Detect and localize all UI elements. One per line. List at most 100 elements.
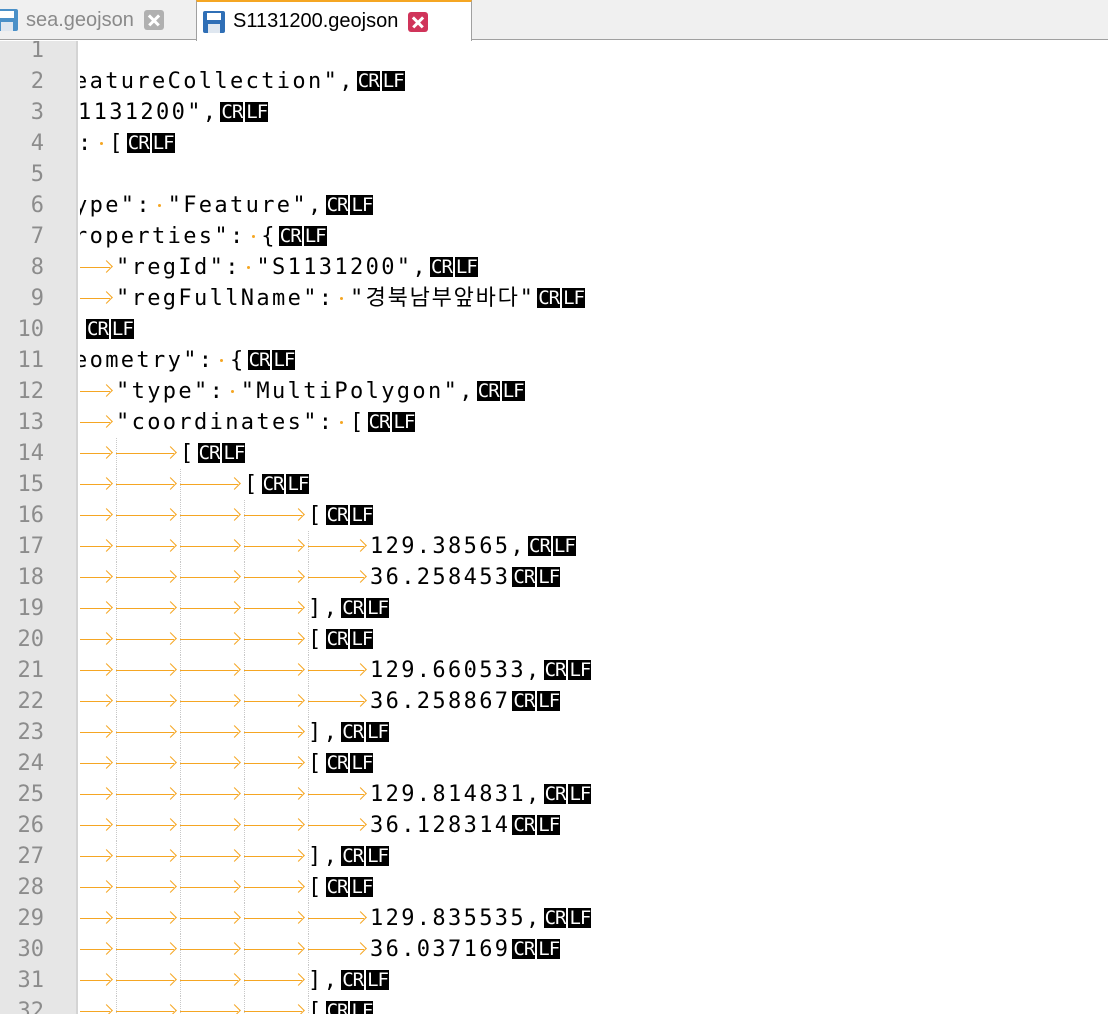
code-line[interactable] <box>80 41 1108 66</box>
space-marker <box>251 235 255 238</box>
code-line[interactable]: 3 6. 2 5 8 4 5 3 CR LF <box>80 562 1108 593</box>
code-line[interactable]: " r e g Fu l l Na m e ": " 경 북 남 부 앞 바 다 " CR LF <box>80 283 1108 314</box>
eol-marker-part: LF <box>366 597 389 619</box>
code-line[interactable] <box>80 159 1108 190</box>
tab-arrow-icon <box>116 577 174 578</box>
tab-arrow-icon <box>80 949 110 950</box>
eol-marker-part: CR <box>367 411 391 433</box>
code-line[interactable]: e o m e t r y ":{CR LF <box>80 345 1108 376</box>
code-line[interactable]: 1 2 9. 6 6 0 5 3 3, CR LF <box>80 655 1108 686</box>
eol-marker-part: LF <box>350 876 374 898</box>
code-line[interactable]: 1 2 9. 8 3 5 5 3 5, CR LF <box>80 903 1108 934</box>
line-number: 18 <box>17 565 45 590</box>
eol-crlf-marker: CR LF <box>341 970 389 990</box>
eol-crlf-marker: CR LF <box>512 567 561 587</box>
eol-marker-part: LF <box>537 690 561 712</box>
close-icon[interactable] <box>408 11 429 32</box>
eol-marker-part: CR <box>325 1001 349 1014</box>
editor-text-area[interactable]: eatureCollection",CRLF1131200",CRLF:[CRL… <box>80 41 1108 1014</box>
code-line[interactable]: y p e ": " Fe a t u r e ", CR LF <box>80 190 1108 221</box>
tab-arrow-icon <box>116 608 174 609</box>
eol-marker-part: CR <box>126 132 150 154</box>
tab-arrow-icon <box>180 701 238 702</box>
code-line[interactable]: ], CR LF <box>80 593 1108 624</box>
close-icon[interactable] <box>143 10 164 30</box>
code-line[interactable]: 1 2 9. 8 1 4 8 3 1, CR LF <box>80 779 1108 810</box>
eol-marker-part: CR <box>543 783 567 805</box>
code-line[interactable]: " r e g Id ": " S 1 1 3 1 2 0 0 ", CR LF <box>80 252 1108 283</box>
eol-marker-part: CR <box>537 287 561 309</box>
line-number: 28 <box>17 875 45 900</box>
save-icon <box>203 10 225 33</box>
space-marker <box>340 297 344 300</box>
code-line[interactable]: 1 2 9. 3 8 5 6 5, CR LF <box>80 531 1108 562</box>
code-line[interactable]: [CR LF <box>80 500 1108 531</box>
code-line[interactable]: [CR LF <box>80 438 1108 469</box>
tab-arrow-icon <box>180 856 238 857</box>
code-line[interactable]: r o p e r t i e s ":{CR LF <box>80 221 1108 252</box>
tab-arrow-icon <box>180 670 238 671</box>
tab-arrow-icon <box>116 639 174 640</box>
line-number-gutter: 1 2 3 4 5 6 7 8 9 10 11 12 13 14 15 16 17 18 19 20 21 22 23 24 2… <box>0 41 78 1014</box>
eol-crlf-marker: CR LF <box>543 783 592 805</box>
tab-arrow-icon <box>116 763 174 764</box>
eol-marker-part: CR <box>528 535 551 557</box>
eol-marker-part: CR <box>341 597 365 619</box>
eol-marker-part: CR <box>430 256 453 278</box>
tab-arrow-icon <box>116 825 174 826</box>
tab-arrow-icon <box>80 887 110 888</box>
eol-crlf-marker: CR LF <box>356 71 405 91</box>
line-number: 30 <box>17 937 45 962</box>
eol-marker-part: LF <box>350 1001 374 1014</box>
tab-arrow-icon <box>116 670 174 671</box>
eol-marker-part: CR <box>325 876 349 898</box>
code-line[interactable]: e a t u r e Co l l e c t i o n ", CR LF <box>80 66 1108 97</box>
code-line[interactable]: [CR LF <box>80 748 1108 779</box>
eol-crlf-marker: CR LF <box>430 257 478 277</box>
eol-marker-part: LF <box>552 535 576 557</box>
line-number: 29 <box>17 906 45 931</box>
code-line[interactable]: :[CRLF <box>80 128 1108 159</box>
code-line[interactable]: ], CR LF <box>80 717 1108 748</box>
tab-arrow-icon <box>180 794 238 795</box>
code-line[interactable]: 3 6. 2 5 8 8 6 7 CR LF <box>80 686 1108 717</box>
code-line[interactable]: ], CR LF <box>80 965 1108 996</box>
code-line[interactable]: 3 6. 1 2 8 3 1 4 CR LF <box>80 810 1108 841</box>
eol-marker-part: CR <box>543 659 567 681</box>
eol-marker-part: CR <box>512 938 536 960</box>
eol-crlf-marker: CR LF <box>220 102 269 122</box>
eol-marker-part: CR <box>512 690 536 712</box>
tab-arrow-icon <box>308 670 364 671</box>
code-line[interactable]: CR LF <box>80 314 1108 345</box>
eol-marker-part: CR <box>325 194 349 216</box>
eol-marker-part: CR <box>197 442 221 464</box>
code-line[interactable]: [CR LF <box>80 624 1108 655</box>
code-line[interactable]: [CR LF <box>80 469 1108 500</box>
line-number: 3 <box>30 100 44 125</box>
eol-marker-part: LF <box>350 504 374 526</box>
eol-crlf-marker: CR LF <box>512 690 561 712</box>
code-line[interactable]: 3 6. 0 3 7 1 6 9 CR LF <box>80 934 1108 965</box>
line-number: 15 <box>17 472 45 497</box>
tab-arrow-icon <box>180 949 238 950</box>
eol-marker-part: LF <box>222 442 246 464</box>
eol-marker-part: LF <box>501 380 525 402</box>
tab-sea-geojson[interactable]: sea.geojson <box>0 0 196 40</box>
code-line[interactable]: [CR LF <box>80 996 1108 1014</box>
tab-arrow-icon <box>180 639 238 640</box>
code-line[interactable]: [CR LF <box>80 872 1108 903</box>
tab-arrow-icon <box>244 670 302 671</box>
code-line[interactable]: " t y p e ": " Mu l t i Po l y g o n ", CR LF <box>80 376 1108 407</box>
tab-arrow-icon <box>80 763 110 764</box>
eol-marker-part: LF <box>366 845 389 867</box>
tab-arrow-icon <box>180 732 238 733</box>
code-line[interactable]: " c o o r d i n a t e s ":[CR LF <box>80 407 1108 438</box>
tab-s1131200-geojson[interactable]: S1131200.geojson <box>196 0 472 41</box>
code-line[interactable]: ], CR LF <box>80 841 1108 872</box>
eol-crlf-marker: CR LF <box>325 876 374 898</box>
eol-marker-part: LF <box>151 132 175 154</box>
eol-crlf-marker: CR LF <box>325 753 374 773</box>
code-line[interactable]: 1 1 3 1 2 0 0 ", CR LF <box>80 97 1108 128</box>
tab-arrow-icon <box>116 732 174 733</box>
line-number: 10 <box>17 317 45 342</box>
